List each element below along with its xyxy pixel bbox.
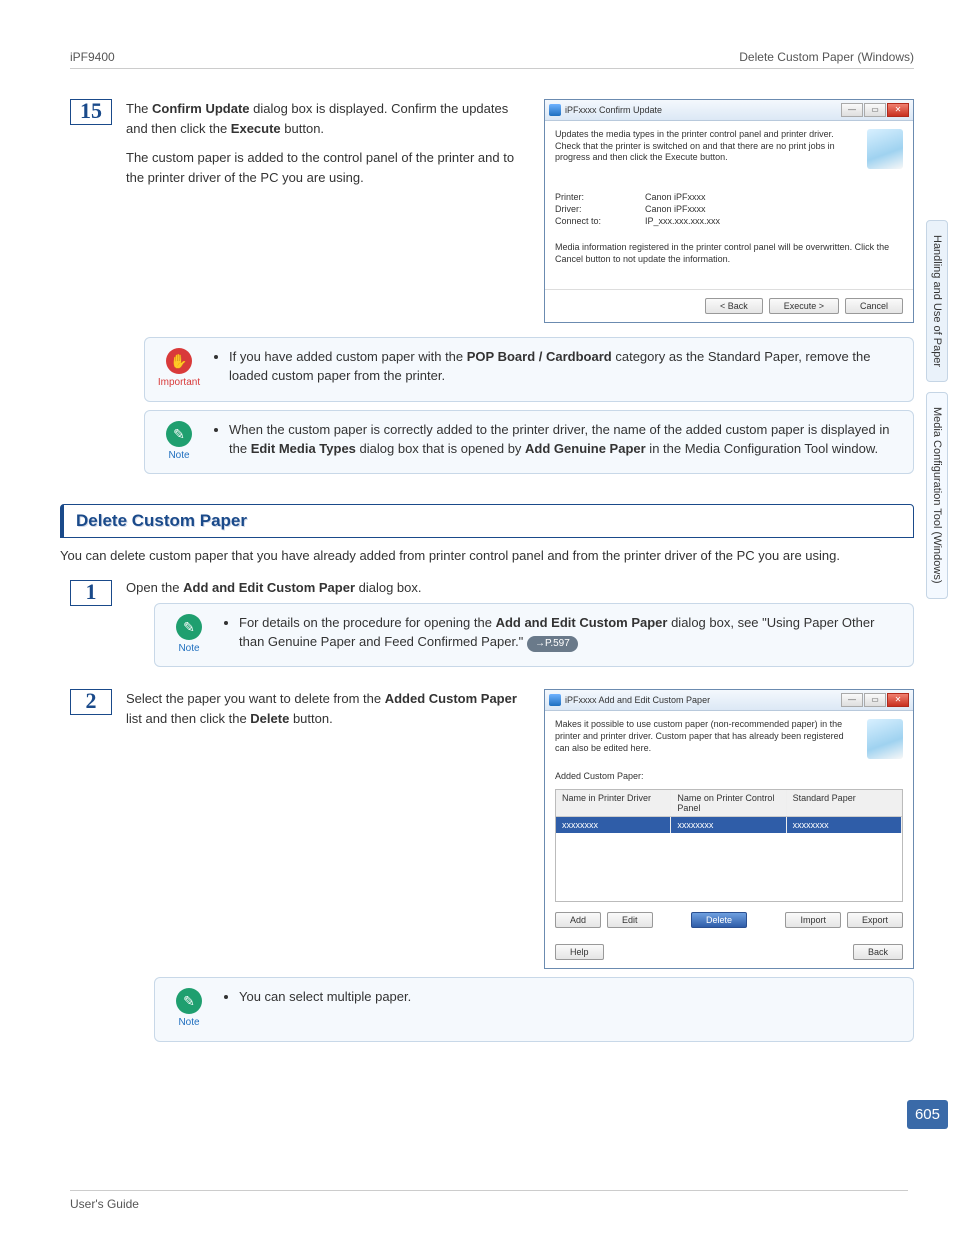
custom-paper-table: Name in Printer Driver Name on Printer C…	[555, 789, 903, 902]
side-tab-handling[interactable]: Handling and Use of Paper	[926, 220, 948, 382]
step-15-number: 15	[70, 99, 112, 125]
important-icon: ✋	[166, 348, 192, 374]
note-icon: ✎	[176, 988, 202, 1014]
dialog-title: iPFxxxx Add and Edit Custom Paper	[565, 695, 710, 705]
step-2-number: 2	[70, 689, 112, 715]
import-button[interactable]: Import	[785, 912, 841, 928]
add-edit-custom-paper-dialog: iPFxxxx Add and Edit Custom Paper — ▭ ✕ …	[544, 689, 914, 969]
section-title: Delete Custom Paper	[60, 504, 914, 538]
delete-button[interactable]: Delete	[691, 912, 747, 928]
step-15-text: The Confirm Update dialog box is display…	[126, 99, 524, 323]
maximize-button[interactable]: ▭	[864, 693, 886, 707]
section-header: Delete Custom Paper (Windows)	[739, 50, 914, 64]
page-number: 605	[907, 1100, 948, 1129]
cancel-button[interactable]: Cancel	[845, 298, 903, 314]
section-intro: You can delete custom paper that you hav…	[60, 546, 914, 566]
note-callout-1: ✎ Note When the custom paper is correctl…	[144, 410, 914, 475]
help-button[interactable]: Help	[555, 944, 604, 960]
minimize-button[interactable]: —	[841, 693, 863, 707]
step-1-number: 1	[70, 580, 112, 606]
note-icon: ✎	[166, 421, 192, 447]
close-button[interactable]: ✕	[887, 693, 909, 707]
step-1-text: Open the Add and Edit Custom Paper dialo…	[126, 580, 914, 595]
page-link[interactable]: →P.597	[527, 636, 578, 653]
minimize-button[interactable]: —	[841, 103, 863, 117]
execute-button[interactable]: Execute >	[769, 298, 839, 314]
edit-button[interactable]: Edit	[607, 912, 653, 928]
dialog-description: Makes it possible to use custom paper (n…	[555, 719, 857, 759]
col-header: Name on Printer Control Panel	[671, 790, 786, 816]
dialog-description: Updates the media types in the printer c…	[555, 129, 857, 164]
note-callout-3: ✎ Note You can select multiple paper.	[154, 977, 914, 1042]
back-button[interactable]: Back	[853, 944, 903, 960]
table-row-selected[interactable]: xxxxxxxx xxxxxxxx xxxxxxxx	[556, 817, 902, 833]
export-button[interactable]: Export	[847, 912, 903, 928]
list-label: Added Custom Paper:	[555, 771, 903, 781]
side-tab-media-config[interactable]: Media Configuration Tool (Windows)	[926, 392, 948, 599]
maximize-button[interactable]: ▭	[864, 103, 886, 117]
model-header: iPF9400	[70, 50, 115, 64]
app-icon	[549, 104, 561, 116]
add-button[interactable]: Add	[555, 912, 601, 928]
back-button[interactable]: < Back	[705, 298, 763, 314]
important-callout: ✋ Important If you have added custom pap…	[144, 337, 914, 402]
footer: User's Guide	[70, 1190, 908, 1211]
printer-logo	[867, 719, 903, 759]
note-icon: ✎	[176, 614, 202, 640]
printer-logo	[867, 129, 903, 169]
confirm-update-dialog: iPFxxxx Confirm Update — ▭ ✕ Updates the…	[544, 99, 914, 323]
note-callout-2: ✎ Note For details on the procedure for …	[154, 603, 914, 668]
app-icon	[549, 694, 561, 706]
dialog-title: iPFxxxx Confirm Update	[565, 105, 662, 115]
dialog-warning: Media information registered in the prin…	[545, 236, 913, 271]
step-2-text: Select the paper you want to delete from…	[126, 689, 524, 969]
close-button[interactable]: ✕	[887, 103, 909, 117]
col-header: Name in Printer Driver	[556, 790, 671, 816]
col-header: Standard Paper	[787, 790, 902, 816]
